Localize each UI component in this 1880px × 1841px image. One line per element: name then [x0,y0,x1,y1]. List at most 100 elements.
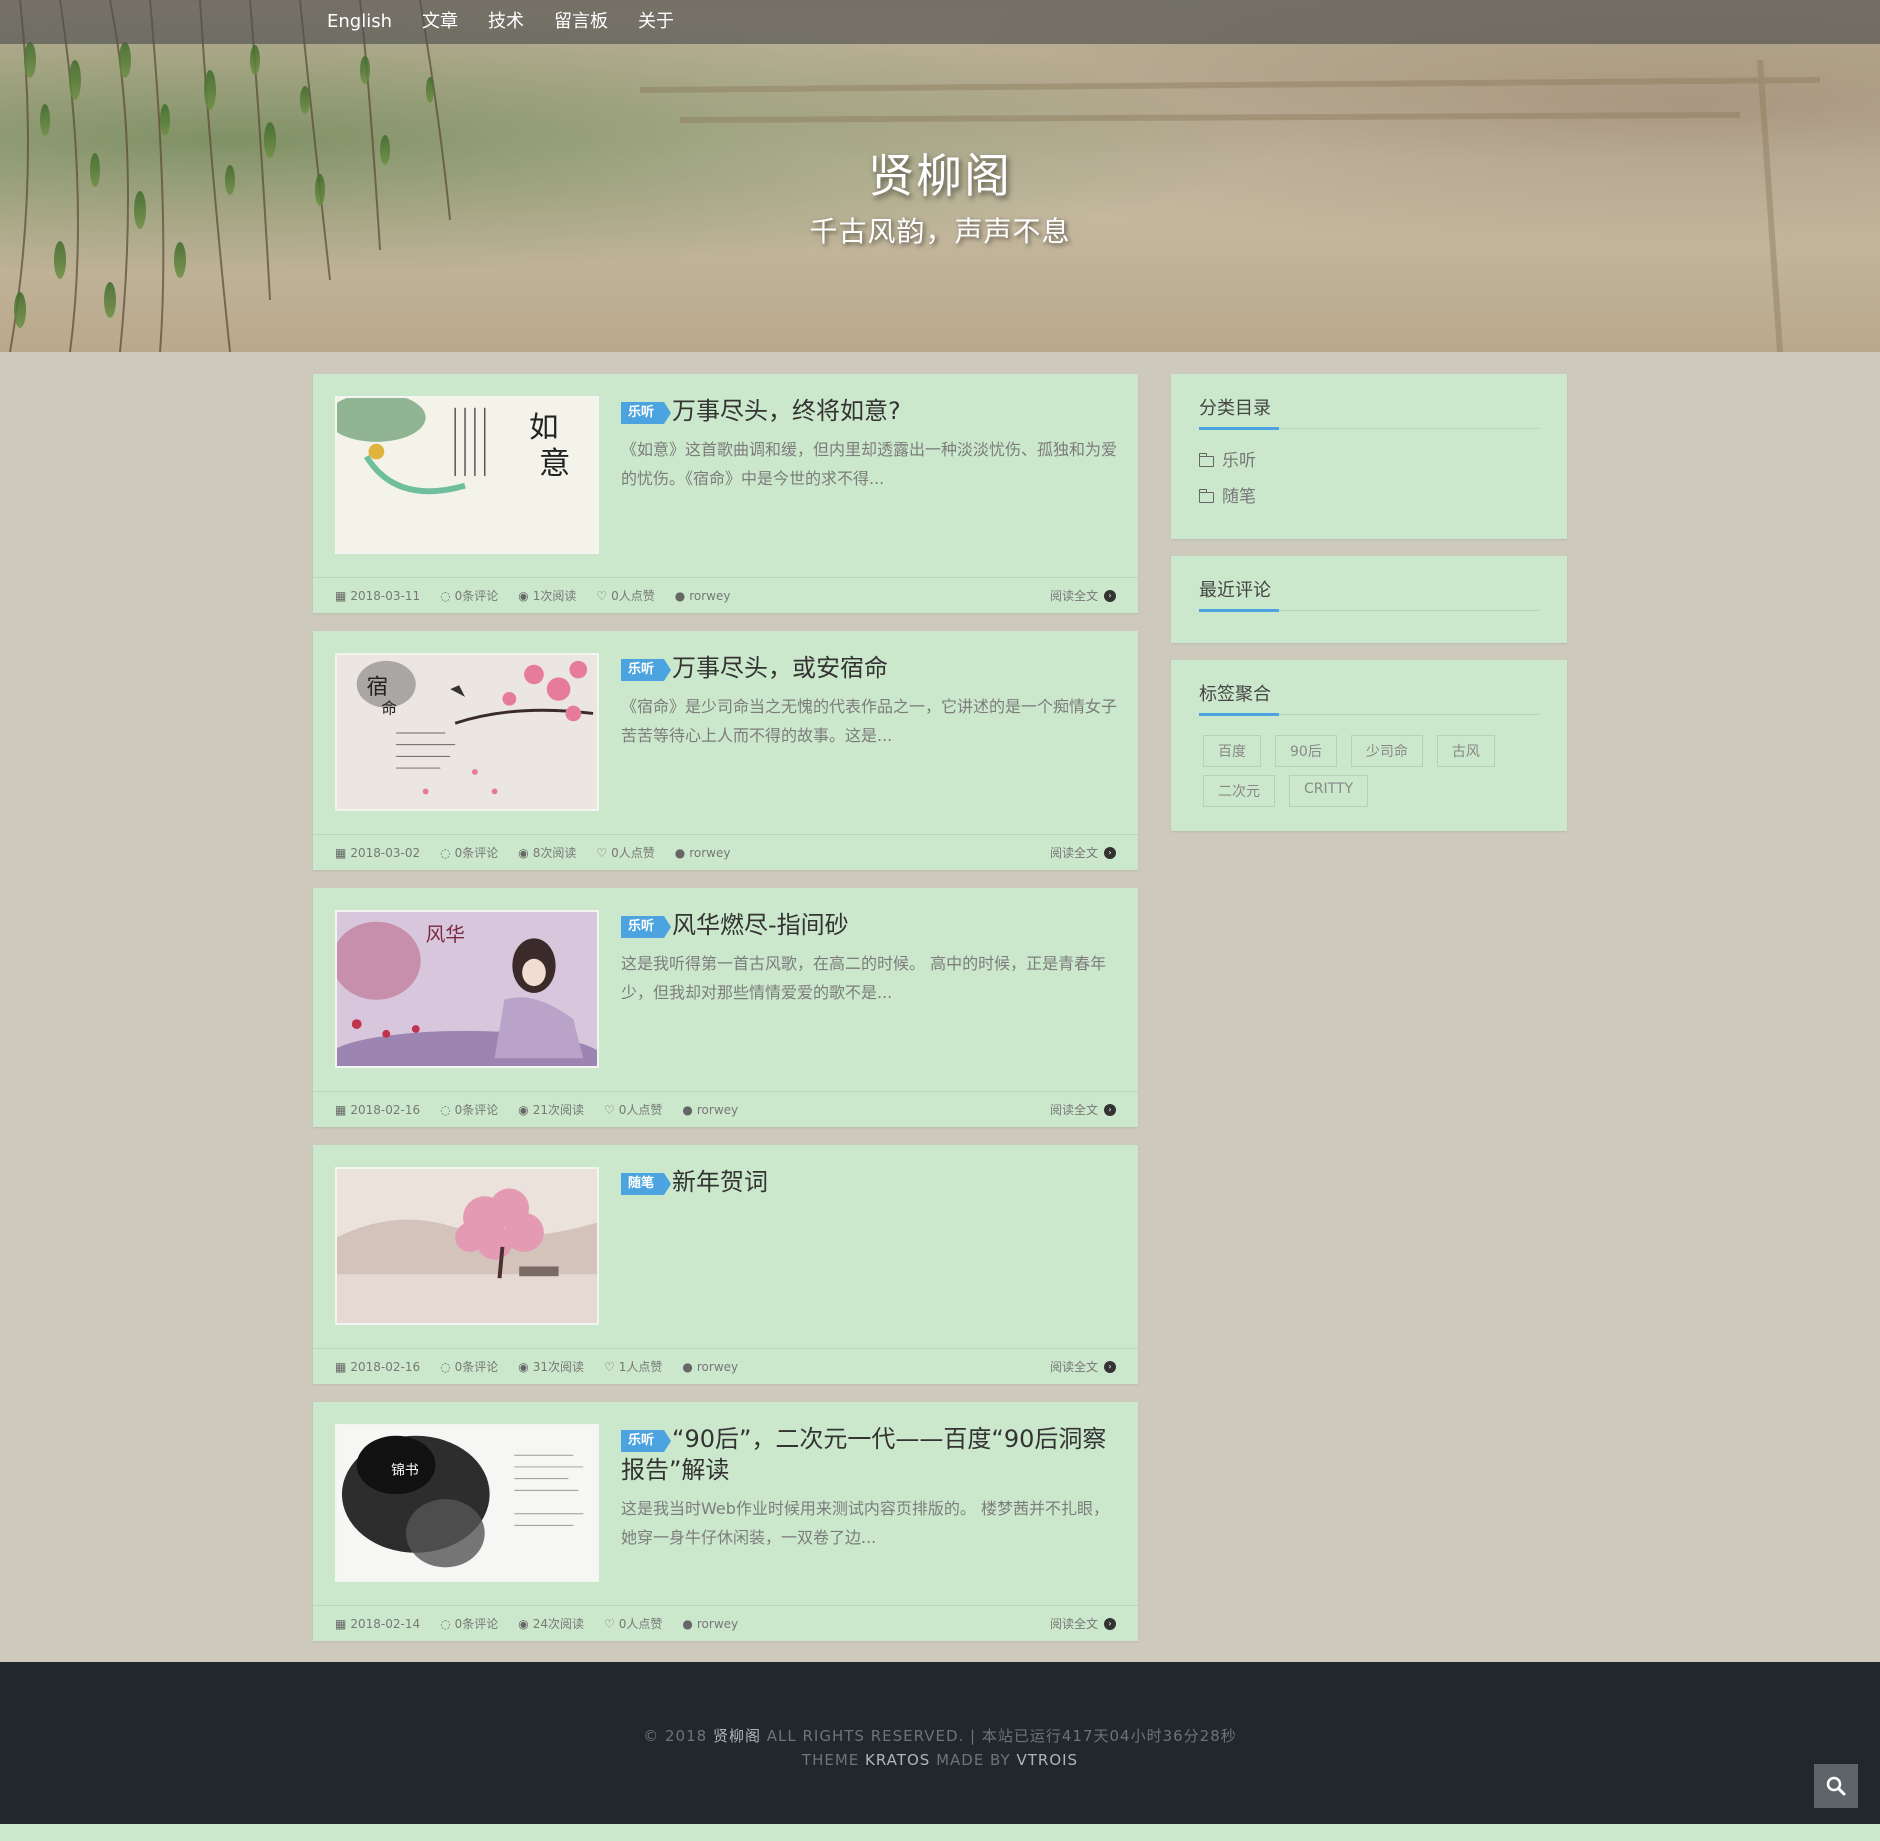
footer-site-link[interactable]: 贤柳阁 [713,1727,761,1745]
post-comments: 0条评论 [454,1103,499,1117]
tag-erciyuan[interactable]: 二次元 [1203,775,1275,807]
post-views: 1次阅读 [532,589,577,603]
post-card: 宿 命 乐听 万事尽头，或安宿命 《宿命》是少司命当之无愧的代表作品之一，它讲述的… [313,631,1138,870]
read-more-link[interactable]: 阅读全文 › [1050,844,1116,861]
recent-comments-widget: 最近评论 [1171,556,1567,643]
theme-link[interactable]: KRATOS [865,1751,930,1769]
user-icon: ● [682,1616,693,1631]
svg-text:如: 如 [529,410,559,444]
site-footer: © 2018 贤柳阁 ALL RIGHTS RESERVED. | 本站已运行4… [0,1662,1880,1824]
folder-icon [1198,452,1214,467]
post-date: 2018-02-16 [350,1102,421,1117]
comment-icon: ◌ [440,1102,451,1117]
read-more-link[interactable]: 阅读全文 › [1050,1101,1116,1118]
widget-title: 最近评论 [1199,576,1539,612]
sidebar: 分类目录 乐听 随笔 最近评论 标签聚合 百度 90后 少司命 古风 二次元 C… [1171,374,1567,848]
post-card: 风华 乐听 风华燃尽-指间砂 这是我听得第一首古风歌，在高二的时候。 高中的时候，… [313,888,1138,1127]
search-icon [1826,1776,1846,1796]
post-list: 如 意 乐听 万事尽头，终将如意? 《如意》这首歌曲调和缓，但内里却透露出一种淡淡… [313,374,1138,1659]
eye-icon: ◉ [518,1102,529,1117]
post-author: rorwey [696,1359,739,1374]
tag-baidu[interactable]: 百度 [1203,735,1261,767]
post-likes: 0人点赞 [618,1103,663,1117]
comment-icon: ◌ [440,588,451,603]
tag-critty[interactable]: CRITTY [1289,775,1369,807]
post-date: 2018-02-14 [350,1616,421,1631]
footer-copyright: © 2018 贤柳阁 ALL RIGHTS RESERVED. | 本站已运行4… [643,1727,1237,1745]
nav-item-articles[interactable]: 文章 [407,0,473,44]
comment-icon: ◌ [440,845,451,860]
top-navbar: English 文章 技术 留言板 关于 [0,0,1880,44]
calendar-icon: ▦ [335,1359,347,1374]
search-button[interactable] [1814,1764,1858,1808]
tag-shaosiming[interactable]: 少司命 [1350,735,1423,767]
post-views: 24次阅读 [532,1617,584,1631]
user-icon: ● [674,588,686,603]
post-thumbnail[interactable] [335,1167,599,1325]
thumbs-up-icon: ♡ [596,588,608,603]
category-badge[interactable]: 乐听 [621,659,672,681]
post-title[interactable]: 风华燃尽-指间砂 [672,911,849,939]
comment-icon: ◌ [440,1616,451,1631]
arrow-circle-right-icon: › [1104,1617,1116,1630]
post-title[interactable]: 万事尽头，终将如意? [672,397,901,425]
thumbs-up-icon: ♡ [603,1102,615,1117]
category-badge[interactable]: 乐听 [621,402,672,424]
post-views: 21次阅读 [532,1103,584,1117]
bottom-strip [0,1824,1880,1841]
widget-title: 标签聚合 [1199,680,1539,716]
nav-item-about[interactable]: 关于 [623,0,689,44]
post-date: 2018-03-02 [350,845,421,860]
eye-icon: ◉ [518,1359,529,1374]
site-title: 贤柳阁 [868,149,1012,203]
read-more-link[interactable]: 阅读全文 › [1050,587,1116,604]
calendar-icon: ▦ [335,845,347,860]
calendar-icon: ▦ [335,588,347,603]
post-author: rorwey [696,1102,739,1117]
thumbs-up-icon: ♡ [596,845,608,860]
widget-title: 分类目录 [1199,394,1539,430]
post-date: 2018-03-11 [350,588,421,603]
calendar-icon: ▦ [335,1616,347,1631]
nav-item-english[interactable]: English [312,0,407,44]
post-thumbnail[interactable]: 宿 命 [335,653,599,811]
ink-frame-decoration [640,60,1821,352]
user-icon: ● [682,1102,693,1117]
post-title[interactable]: 万事尽头，或安宿命 [672,654,888,682]
footer-theme-credit: THEME KRATOS MADE BY VTROIS [801,1751,1079,1769]
post-views: 31次阅读 [532,1360,584,1374]
eye-icon: ◉ [518,1616,529,1631]
category-badge[interactable]: 乐听 [621,1430,672,1452]
tag-90s[interactable]: 90后 [1275,735,1337,767]
post-title[interactable]: 新年贺词 [672,1168,768,1196]
post-meta: ▦ 2018-02-16 ◌ 0条评论 ◉ 21次阅读 ♡ 0人点赞 ● rorwey 阅… [313,1091,1138,1127]
thumbs-up-icon: ♡ [603,1359,615,1374]
post-comments: 0条评论 [454,1617,499,1631]
calendar-icon: ▦ [335,1102,347,1117]
author-link[interactable]: VTROIS [1016,1751,1078,1769]
nav-item-tech[interactable]: 技术 [473,0,539,44]
category-link-essay[interactable]: 随笔 [1198,479,1539,515]
post-author: rorwey [689,588,731,603]
post-likes: 0人点赞 [618,1617,663,1631]
nav-item-guestbook[interactable]: 留言板 [539,0,623,44]
post-thumbnail[interactable]: 锦书 [335,1424,599,1582]
post-thumbnail[interactable]: 风华 [335,910,599,1068]
read-more-link[interactable]: 阅读全文 › [1050,1615,1116,1632]
eye-icon: ◉ [518,845,529,860]
post-comments: 0条评论 [454,1360,499,1374]
post-title[interactable]: “90后”，二次元一代——百度“90后洞察报告”解读 [621,1425,1106,1484]
category-badge[interactable]: 随笔 [621,1173,672,1195]
post-meta: ▦ 2018-03-11 ◌ 0条评论 ◉ 1次阅读 ♡ 0人点赞 ● rorwey 阅读… [313,577,1138,613]
post-thumbnail[interactable]: 如 意 [335,396,599,554]
category-link-music[interactable]: 乐听 [1198,443,1539,479]
read-more-link[interactable]: 阅读全文 › [1050,1358,1116,1375]
svg-text:意: 意 [539,446,571,482]
post-excerpt: 这是我当时Web作业时候用来测试内容页排版的。 楼梦茜并不扎眼，她穿一身牛仔休闲… [621,1499,1109,1547]
tag-cloud: 百度 90后 少司命 古风 二次元 CRITTY [1199,729,1539,807]
comment-icon: ◌ [440,1359,451,1374]
tag-gufeng[interactable]: 古风 [1436,735,1495,767]
post-author: rorwey [689,845,731,860]
arrow-circle-right-icon: › [1104,589,1116,602]
category-badge[interactable]: 乐听 [621,916,672,938]
